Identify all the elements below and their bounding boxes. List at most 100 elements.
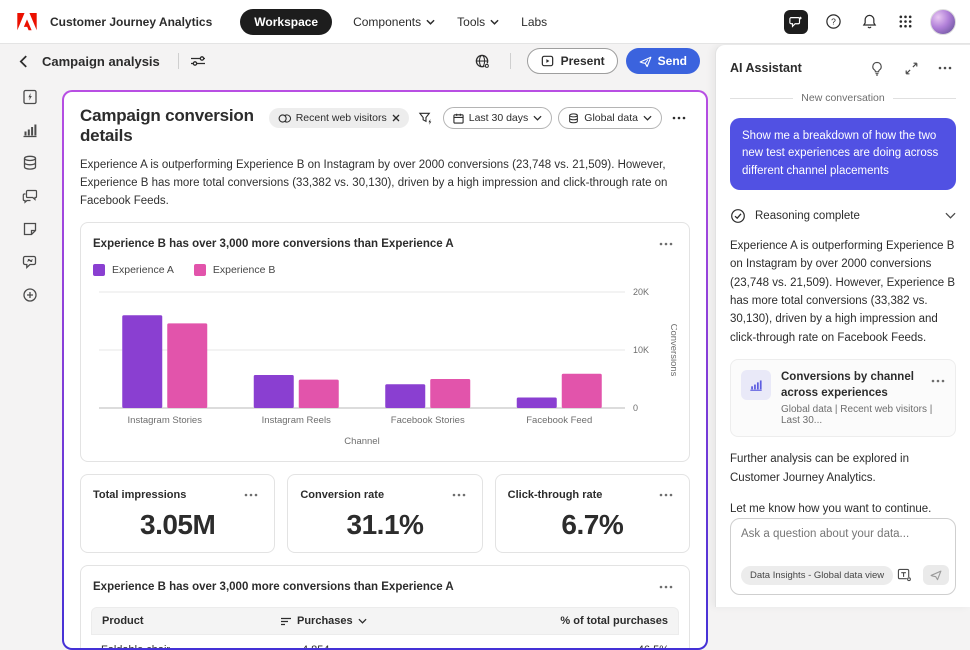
bar-experience-a-3[interactable] bbox=[517, 398, 557, 408]
cell-product: Foldable chair bbox=[101, 644, 280, 648]
legend-item[interactable]: Experience A bbox=[93, 264, 174, 276]
more-icon[interactable] bbox=[655, 233, 677, 255]
present-icon bbox=[540, 55, 555, 67]
new-conversation-divider: New conversation bbox=[730, 92, 956, 104]
svg-text:Facebook Feed: Facebook Feed bbox=[526, 415, 592, 426]
submit-question-icon[interactable] bbox=[923, 565, 949, 585]
svg-text:Instagram Stories: Instagram Stories bbox=[128, 415, 203, 426]
col-header-product[interactable]: Product bbox=[102, 615, 280, 627]
add-circle-icon[interactable] bbox=[19, 284, 41, 306]
user-message-bubble: Show me a breakdown of how the two new t… bbox=[730, 118, 956, 190]
campaign-panel: Campaign conversion details Recent web v… bbox=[64, 92, 706, 648]
more-icon[interactable] bbox=[934, 57, 956, 79]
cell-pct: 46.5% bbox=[490, 644, 669, 648]
more-icon[interactable] bbox=[240, 484, 262, 506]
reasoning-row[interactable]: Reasoning complete bbox=[730, 208, 956, 224]
divider bbox=[510, 53, 511, 69]
check-circle-icon bbox=[730, 208, 746, 224]
bar-experience-a-2[interactable] bbox=[385, 385, 425, 409]
segment-chip[interactable]: Recent web visitors bbox=[269, 108, 409, 128]
tab-workspace[interactable]: Workspace bbox=[240, 9, 332, 35]
ai-followup-text-1: Further analysis can be explored in Cust… bbox=[730, 450, 956, 487]
paper-plane-icon bbox=[639, 55, 652, 68]
metric-label: Click-through rate bbox=[508, 489, 603, 501]
chart-title: Experience B has over 3,000 more convers… bbox=[93, 238, 454, 250]
share-globe-icon[interactable] bbox=[472, 50, 494, 72]
adobe-logo-icon[interactable] bbox=[14, 9, 40, 35]
ai-response-text: Experience A is outperforming Experience… bbox=[730, 237, 956, 347]
svg-text:0: 0 bbox=[633, 403, 638, 413]
ai-assistant-toggle-icon[interactable] bbox=[784, 10, 808, 34]
audience-icon bbox=[278, 113, 291, 124]
more-icon[interactable] bbox=[448, 484, 470, 506]
send-button[interactable]: Send bbox=[626, 48, 700, 74]
metric-card-conversion-rate: Conversion rate 31.1% bbox=[287, 474, 482, 553]
tab-tools[interactable]: Tools bbox=[446, 7, 510, 37]
more-icon[interactable] bbox=[931, 370, 945, 392]
insight-card-title: Conversions by channel across experience… bbox=[781, 370, 931, 401]
metric-value: 6.7% bbox=[508, 509, 677, 541]
chevron-down-icon bbox=[426, 19, 435, 25]
svg-text:10K: 10K bbox=[633, 345, 649, 355]
back-button[interactable] bbox=[12, 50, 34, 72]
notes-icon[interactable] bbox=[19, 218, 41, 240]
legend-swatch bbox=[93, 264, 105, 276]
tab-labs[interactable]: Labs bbox=[510, 7, 558, 37]
metrics-row: Total impressions 3.05M Conversion rate … bbox=[80, 474, 690, 553]
data-view-chip[interactable]: Global data bbox=[558, 107, 662, 129]
more-icon[interactable] bbox=[655, 576, 677, 598]
user-avatar[interactable] bbox=[930, 9, 956, 35]
table-row[interactable]: Foldable chair 4,854 46.5% bbox=[91, 635, 679, 648]
chart-card: Experience B has over 3,000 more convers… bbox=[80, 222, 690, 462]
bar-chart-icon bbox=[741, 370, 771, 400]
col-header-purchases[interactable]: Purchases bbox=[280, 615, 490, 627]
svg-text:Conversions: Conversions bbox=[668, 324, 677, 377]
segment-filter-icon[interactable] bbox=[415, 107, 437, 129]
svg-text:Channel: Channel bbox=[344, 436, 379, 447]
insight-viz-card[interactable]: Conversions by channel across experience… bbox=[730, 359, 956, 437]
data-settings-icon[interactable] bbox=[893, 564, 915, 586]
bar-experience-b-1[interactable] bbox=[299, 380, 339, 408]
bar-experience-a-0[interactable] bbox=[122, 316, 162, 409]
insight-card-subtitle: Global data | Recent web visitors | Last… bbox=[781, 404, 945, 426]
bar-experience-b-3[interactable] bbox=[562, 374, 602, 408]
bar-experience-a-1[interactable] bbox=[254, 375, 294, 408]
col-header-pct[interactable]: % of total purchases bbox=[490, 615, 668, 627]
legend-label: Experience B bbox=[213, 264, 275, 276]
panels-icon[interactable] bbox=[19, 86, 41, 108]
ai-question-input[interactable] bbox=[741, 528, 945, 564]
ai-chat-share-icon[interactable] bbox=[19, 251, 41, 273]
chevron-down-icon bbox=[643, 115, 652, 121]
metric-card-impressions: Total impressions 3.05M bbox=[80, 474, 275, 553]
legend-item[interactable]: Experience B bbox=[194, 264, 275, 276]
app-switcher-grid-icon[interactable] bbox=[894, 11, 916, 33]
more-icon[interactable] bbox=[668, 107, 690, 129]
context-chip[interactable]: Data Insights - Global data view bbox=[741, 566, 893, 585]
filter-sliders-icon[interactable] bbox=[187, 50, 209, 72]
tab-components[interactable]: Components bbox=[342, 7, 446, 37]
annotations-icon[interactable] bbox=[19, 185, 41, 207]
lightbulb-icon[interactable] bbox=[866, 57, 888, 79]
help-icon[interactable]: ? bbox=[822, 11, 844, 33]
more-icon[interactable] bbox=[655, 484, 677, 506]
chevron-down-icon[interactable] bbox=[945, 212, 956, 219]
bar-experience-b-2[interactable] bbox=[430, 379, 470, 408]
chevron-down-icon bbox=[533, 115, 542, 121]
chevron-down-icon bbox=[358, 618, 367, 624]
bar-experience-b-0[interactable] bbox=[167, 324, 207, 409]
svg-text:Facebook Stories: Facebook Stories bbox=[391, 415, 465, 426]
ai-assistant-panel: AI Assistant New conversation Show me a … bbox=[715, 44, 970, 607]
app-title: Customer Journey Analytics bbox=[50, 15, 212, 29]
expand-icon[interactable] bbox=[900, 57, 922, 79]
top-nav: Customer Journey Analytics Workspace Com… bbox=[0, 0, 970, 44]
insight-summary-text: Experience A is outperforming Experience… bbox=[80, 157, 680, 210]
table-header-row: Product Purchases % of total purchases bbox=[91, 607, 679, 635]
products-table: Product Purchases % of total purchases F… bbox=[91, 607, 679, 648]
present-button[interactable]: Present bbox=[527, 48, 618, 74]
cell-purchases: 4,854 bbox=[280, 644, 490, 648]
ai-panel-title: AI Assistant bbox=[730, 61, 802, 75]
components-data-icon[interactable] bbox=[19, 152, 41, 174]
visualizations-icon[interactable] bbox=[19, 119, 41, 141]
notifications-bell-icon[interactable] bbox=[858, 11, 880, 33]
date-range-chip[interactable]: Last 30 days bbox=[443, 107, 553, 129]
